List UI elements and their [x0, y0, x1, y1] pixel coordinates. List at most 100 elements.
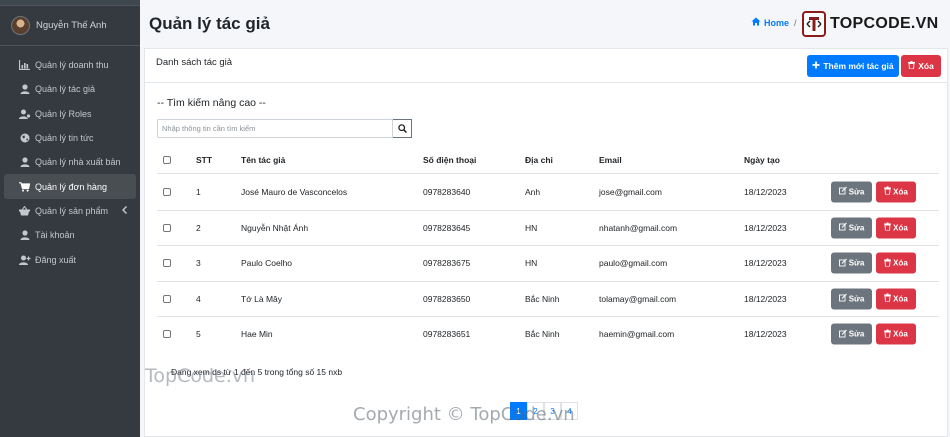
cell-date: 18/12/2023	[744, 258, 787, 269]
sidebar-item-news[interactable]: Quản lý tin tức	[4, 126, 136, 150]
cell-stt: 4	[196, 293, 201, 304]
delete-label: Xóa	[893, 223, 908, 233]
edit-button[interactable]: Sửa	[831, 323, 872, 345]
sidebar-item-label: Quản lý sản phẩm	[35, 205, 109, 216]
search-button[interactable]	[393, 119, 412, 138]
edit-button[interactable]: Sửa	[831, 288, 872, 310]
cell-date: 18/12/2023	[744, 186, 787, 197]
logo-text: TOPCODE.VN	[830, 15, 939, 32]
column-header-address: Địa chỉ	[525, 154, 553, 165]
chart-icon	[18, 59, 31, 71]
sidebar-item-authors[interactable]: Quản lý tác giả	[4, 77, 136, 101]
row-checkbox[interactable]	[163, 330, 171, 339]
cell-stt: 2	[196, 222, 201, 233]
delete-button[interactable]: Xóa	[876, 217, 916, 239]
cell-phone: 0978283645	[423, 222, 471, 233]
search-input[interactable]	[157, 119, 393, 138]
column-header-date: Ngày tạo	[744, 154, 780, 165]
table-row: 4 Tớ Là Mây 0978283650 Bắc Ninh tolamay@…	[157, 280, 939, 317]
cell-address: Bắc Ninh	[525, 329, 560, 340]
delete-button[interactable]: Xóa	[876, 288, 916, 310]
copyright-watermark: Copyright © TopCode.vn	[353, 404, 575, 425]
sidebar-user-panel[interactable]: Nguyễn Thế Anh	[0, 6, 140, 46]
cell-email: tolamay@gmail.com	[599, 293, 677, 304]
user-name: Nguyễn Thế Anh	[36, 20, 107, 31]
delete-selected-label: Xóa	[918, 61, 934, 71]
cell-phone: 0978283640	[423, 186, 471, 197]
cell-address: HN	[525, 258, 538, 269]
delete-selected-button[interactable]: Xóa	[901, 55, 941, 77]
avatar	[11, 16, 30, 35]
row-actions: Sửa Xóa	[831, 288, 916, 310]
select-all-checkbox[interactable]	[163, 155, 171, 164]
edit-icon	[838, 258, 847, 268]
cell-phone: 0978283651	[423, 329, 471, 340]
edit-label: Sửa	[848, 187, 865, 197]
trash-icon	[884, 329, 892, 339]
cell-name: Tớ Là Mây	[241, 293, 283, 304]
sidebar-item-orders[interactable]: Quản lý đơn hàng	[4, 174, 136, 199]
trash-icon	[884, 258, 892, 268]
sidebar-item-publishers[interactable]: Quản lý nhà xuất bản	[4, 150, 136, 174]
sidebar-item-logout[interactable]: Đăng xuất	[4, 247, 136, 271]
cell-name: Nguyễn Nhật Ánh	[241, 222, 309, 233]
sidebar-item-revenue[interactable]: Quản lý doanh thu	[4, 53, 136, 77]
user-icon	[18, 83, 31, 95]
edit-icon	[838, 222, 847, 233]
delete-button[interactable]: Xóa	[876, 181, 916, 203]
breadcrumb-separator: /	[794, 17, 797, 28]
cell-stt: 1	[196, 186, 201, 197]
sidebar-item-roles[interactable]: Quản lý Roles	[4, 102, 136, 126]
add-author-button[interactable]: Thêm mới tác giả	[807, 55, 899, 77]
edit-button[interactable]: Sửa	[831, 252, 872, 274]
edit-button[interactable]: Sửa	[831, 181, 872, 203]
delete-label: Xóa	[893, 329, 908, 339]
chevron-left-icon	[121, 205, 128, 216]
card-title: Danh sách tác giả	[156, 57, 233, 68]
cell-name: Paulo Coelho	[241, 258, 293, 269]
edit-label: Sửa	[848, 223, 865, 233]
cell-date: 18/12/2023	[744, 222, 787, 233]
cell-name: José Mauro de Vasconcelos	[241, 186, 348, 197]
cell-email: haemin@gmail.com	[599, 329, 675, 340]
cell-address: Bắc Ninh	[525, 293, 560, 304]
column-header-name: Tên tác giả	[241, 154, 286, 165]
row-checkbox[interactable]	[163, 223, 171, 232]
row-actions: Sửa Xóa	[831, 181, 916, 203]
table-row: 2 Nguyễn Nhật Ánh 0978283645 HN nhatanh@…	[157, 209, 939, 246]
edit-label: Sửa	[848, 294, 865, 304]
cell-address: HN	[525, 222, 538, 233]
edit-button[interactable]: Sửa	[831, 217, 872, 239]
sidebar-item-label: Quản lý tin tức	[35, 133, 94, 144]
card-header: Danh sách tác giả Thêm mới tác giả Xóa	[145, 49, 947, 83]
sidebar-item-account[interactable]: Tài khoản	[4, 223, 136, 247]
topcode-logo-watermark: TOPCODE.VN	[802, 11, 939, 37]
delete-button[interactable]: Xóa	[876, 252, 916, 274]
sidebar-item-label: Tài khoản	[35, 230, 75, 241]
table-row: 1 José Mauro de Vasconcelos 0978283640 A…	[157, 174, 939, 210]
sidebar-item-label: Quản lý doanh thu	[35, 60, 109, 71]
delete-label: Xóa	[893, 187, 908, 197]
watermark-text: TopCode.vn	[145, 365, 256, 387]
sidebar-item-label: Quản lý Roles	[35, 108, 92, 119]
breadcrumb-home-link[interactable]: Home	[764, 18, 789, 28]
row-checkbox[interactable]	[163, 187, 171, 196]
delete-button[interactable]: Xóa	[876, 323, 916, 345]
cell-email: nhatanh@gmail.com	[599, 222, 678, 233]
cell-name: Hae Min	[241, 329, 273, 340]
row-checkbox[interactable]	[163, 294, 171, 303]
column-header-phone: Số điện thoại	[423, 154, 477, 165]
home-icon	[751, 17, 761, 28]
delete-label: Xóa	[893, 294, 908, 304]
cell-date: 18/12/2023	[744, 329, 787, 340]
add-author-label: Thêm mới tác giả	[823, 61, 894, 71]
table-row: 3 Paulo Coelho 0978283675 HN paulo@gmail…	[157, 245, 939, 281]
row-checkbox[interactable]	[163, 259, 171, 268]
edit-icon	[838, 293, 847, 304]
breadcrumb: Home /	[751, 17, 802, 28]
edit-label: Sửa	[848, 258, 865, 268]
users-cog-icon	[18, 108, 31, 120]
authors-table: STT Tên tác giả Số điện thoại Địa chỉ Em…	[157, 146, 939, 352]
sidebar-item-products[interactable]: Quản lý sản phẩm	[4, 199, 136, 223]
cell-stt: 3	[196, 258, 201, 269]
